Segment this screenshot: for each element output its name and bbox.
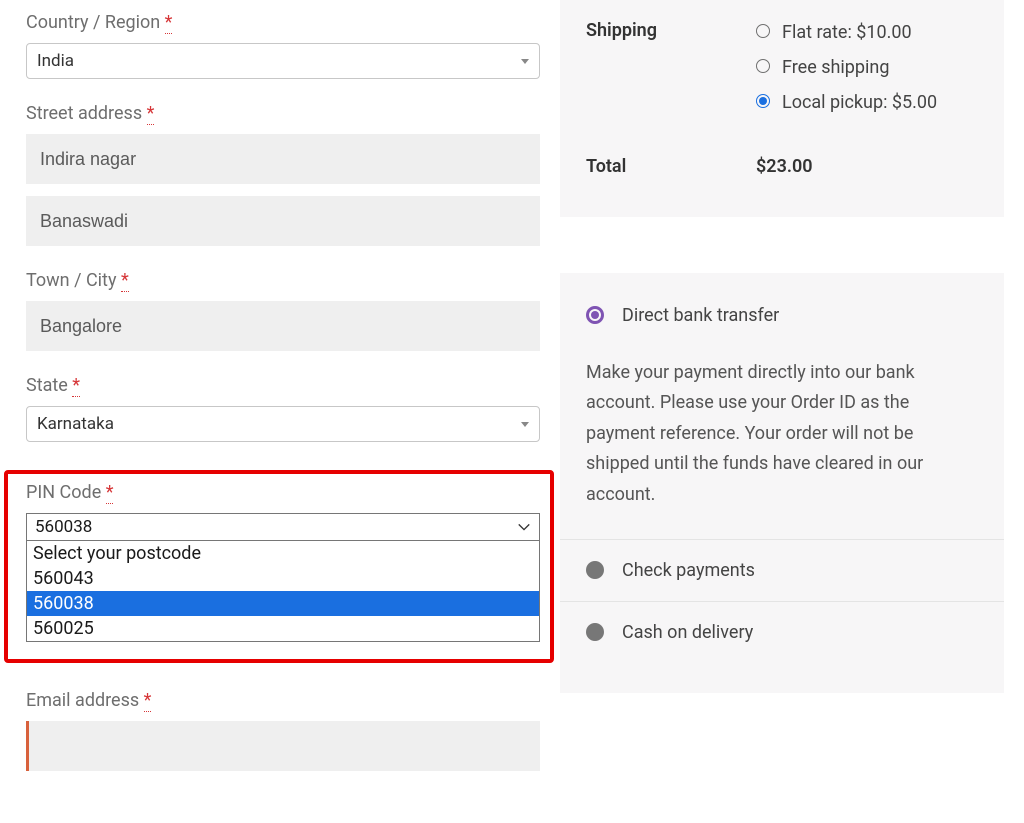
street-field: Street address * xyxy=(26,103,540,246)
city-field: Town / City * xyxy=(26,270,540,351)
label-text: Street address xyxy=(26,103,142,124)
payment-method[interactable]: Cash on delivery xyxy=(560,602,1004,663)
shipping-label: Shipping xyxy=(586,20,756,116)
payment-method-label: Cash on delivery xyxy=(622,622,753,643)
country-field: Country / Region * India xyxy=(26,12,540,79)
order-summary: Shipping Flat rate: $10.00 Free shipping… xyxy=(560,0,1024,823)
required-marker: * xyxy=(106,482,114,504)
shipping-option-label: Free shipping xyxy=(782,55,889,80)
radio-icon xyxy=(756,24,770,38)
required-marker: * xyxy=(147,103,155,125)
radio-icon xyxy=(586,306,604,324)
state-select[interactable]: Karnataka xyxy=(26,406,540,442)
country-select[interactable]: India xyxy=(26,43,540,79)
shipping-option-label: Local pickup: $5.00 xyxy=(782,90,937,115)
shipping-option[interactable]: Free shipping xyxy=(756,55,978,80)
street-line2-input[interactable] xyxy=(26,196,540,246)
radio-icon xyxy=(756,59,770,73)
chevron-down-icon xyxy=(521,59,529,64)
radio-icon xyxy=(586,561,604,579)
radio-icon xyxy=(756,94,770,108)
label-text: PIN Code xyxy=(26,482,101,503)
chevron-down-icon xyxy=(521,422,529,427)
shipping-option[interactable]: Local pickup: $5.00 xyxy=(756,90,978,115)
payment-method-label: Check payments xyxy=(622,560,755,581)
street-label: Street address * xyxy=(26,103,540,124)
label-text: Email address xyxy=(26,690,139,711)
required-marker: * xyxy=(72,375,80,397)
payment-method-label: Direct bank transfer xyxy=(622,305,779,326)
state-label: State * xyxy=(26,375,540,396)
total-label: Total xyxy=(586,156,756,177)
pin-value: 560038 xyxy=(35,517,92,537)
state-field: State * Karnataka xyxy=(26,375,540,442)
pin-option[interactable]: 560038 xyxy=(27,591,539,616)
email-input[interactable] xyxy=(26,721,540,771)
required-marker: * xyxy=(165,12,173,34)
label-text: Country / Region xyxy=(26,12,160,33)
required-marker: * xyxy=(144,690,152,712)
billing-form: Country / Region * India Street address … xyxy=(0,0,560,823)
payment-method[interactable]: Direct bank transfer xyxy=(560,293,1004,346)
required-marker: * xyxy=(121,270,129,292)
shipping-option-label: Flat rate: $10.00 xyxy=(782,20,912,45)
state-value: Karnataka xyxy=(37,414,114,434)
shipping-options: Flat rate: $10.00 Free shipping Local pi… xyxy=(756,20,978,116)
pin-dropdown: Select your postcode 560043 560038 56002… xyxy=(26,541,540,642)
country-label: Country / Region * xyxy=(26,12,540,33)
totals-box: Shipping Flat rate: $10.00 Free shipping… xyxy=(560,0,1004,217)
email-field: Email address * xyxy=(26,690,540,771)
total-value: $23.00 xyxy=(756,156,978,177)
radio-icon xyxy=(586,623,604,641)
city-input[interactable] xyxy=(26,301,540,351)
payment-method[interactable]: Check payments xyxy=(560,540,1004,601)
chevron-down-icon xyxy=(517,520,531,534)
pin-option[interactable]: 560043 xyxy=(27,566,539,591)
pin-label: PIN Code * xyxy=(26,482,540,503)
pin-field: PIN Code * 560038 Select your postcode 5… xyxy=(26,482,540,642)
pin-select[interactable]: 560038 xyxy=(26,513,540,541)
payment-methods: Direct bank transfer Make your payment d… xyxy=(560,273,1004,693)
pin-option[interactable]: Select your postcode xyxy=(27,541,539,566)
country-value: India xyxy=(37,51,74,71)
email-label: Email address * xyxy=(26,690,540,711)
pin-option[interactable]: 560025 xyxy=(27,616,539,641)
city-label: Town / City * xyxy=(26,270,540,291)
street-line1-input[interactable] xyxy=(26,134,540,184)
shipping-option[interactable]: Flat rate: $10.00 xyxy=(756,20,978,45)
label-text: State xyxy=(26,375,68,396)
label-text: Town / City xyxy=(26,270,116,291)
payment-method-description: Make your payment directly into our bank… xyxy=(560,346,1004,539)
